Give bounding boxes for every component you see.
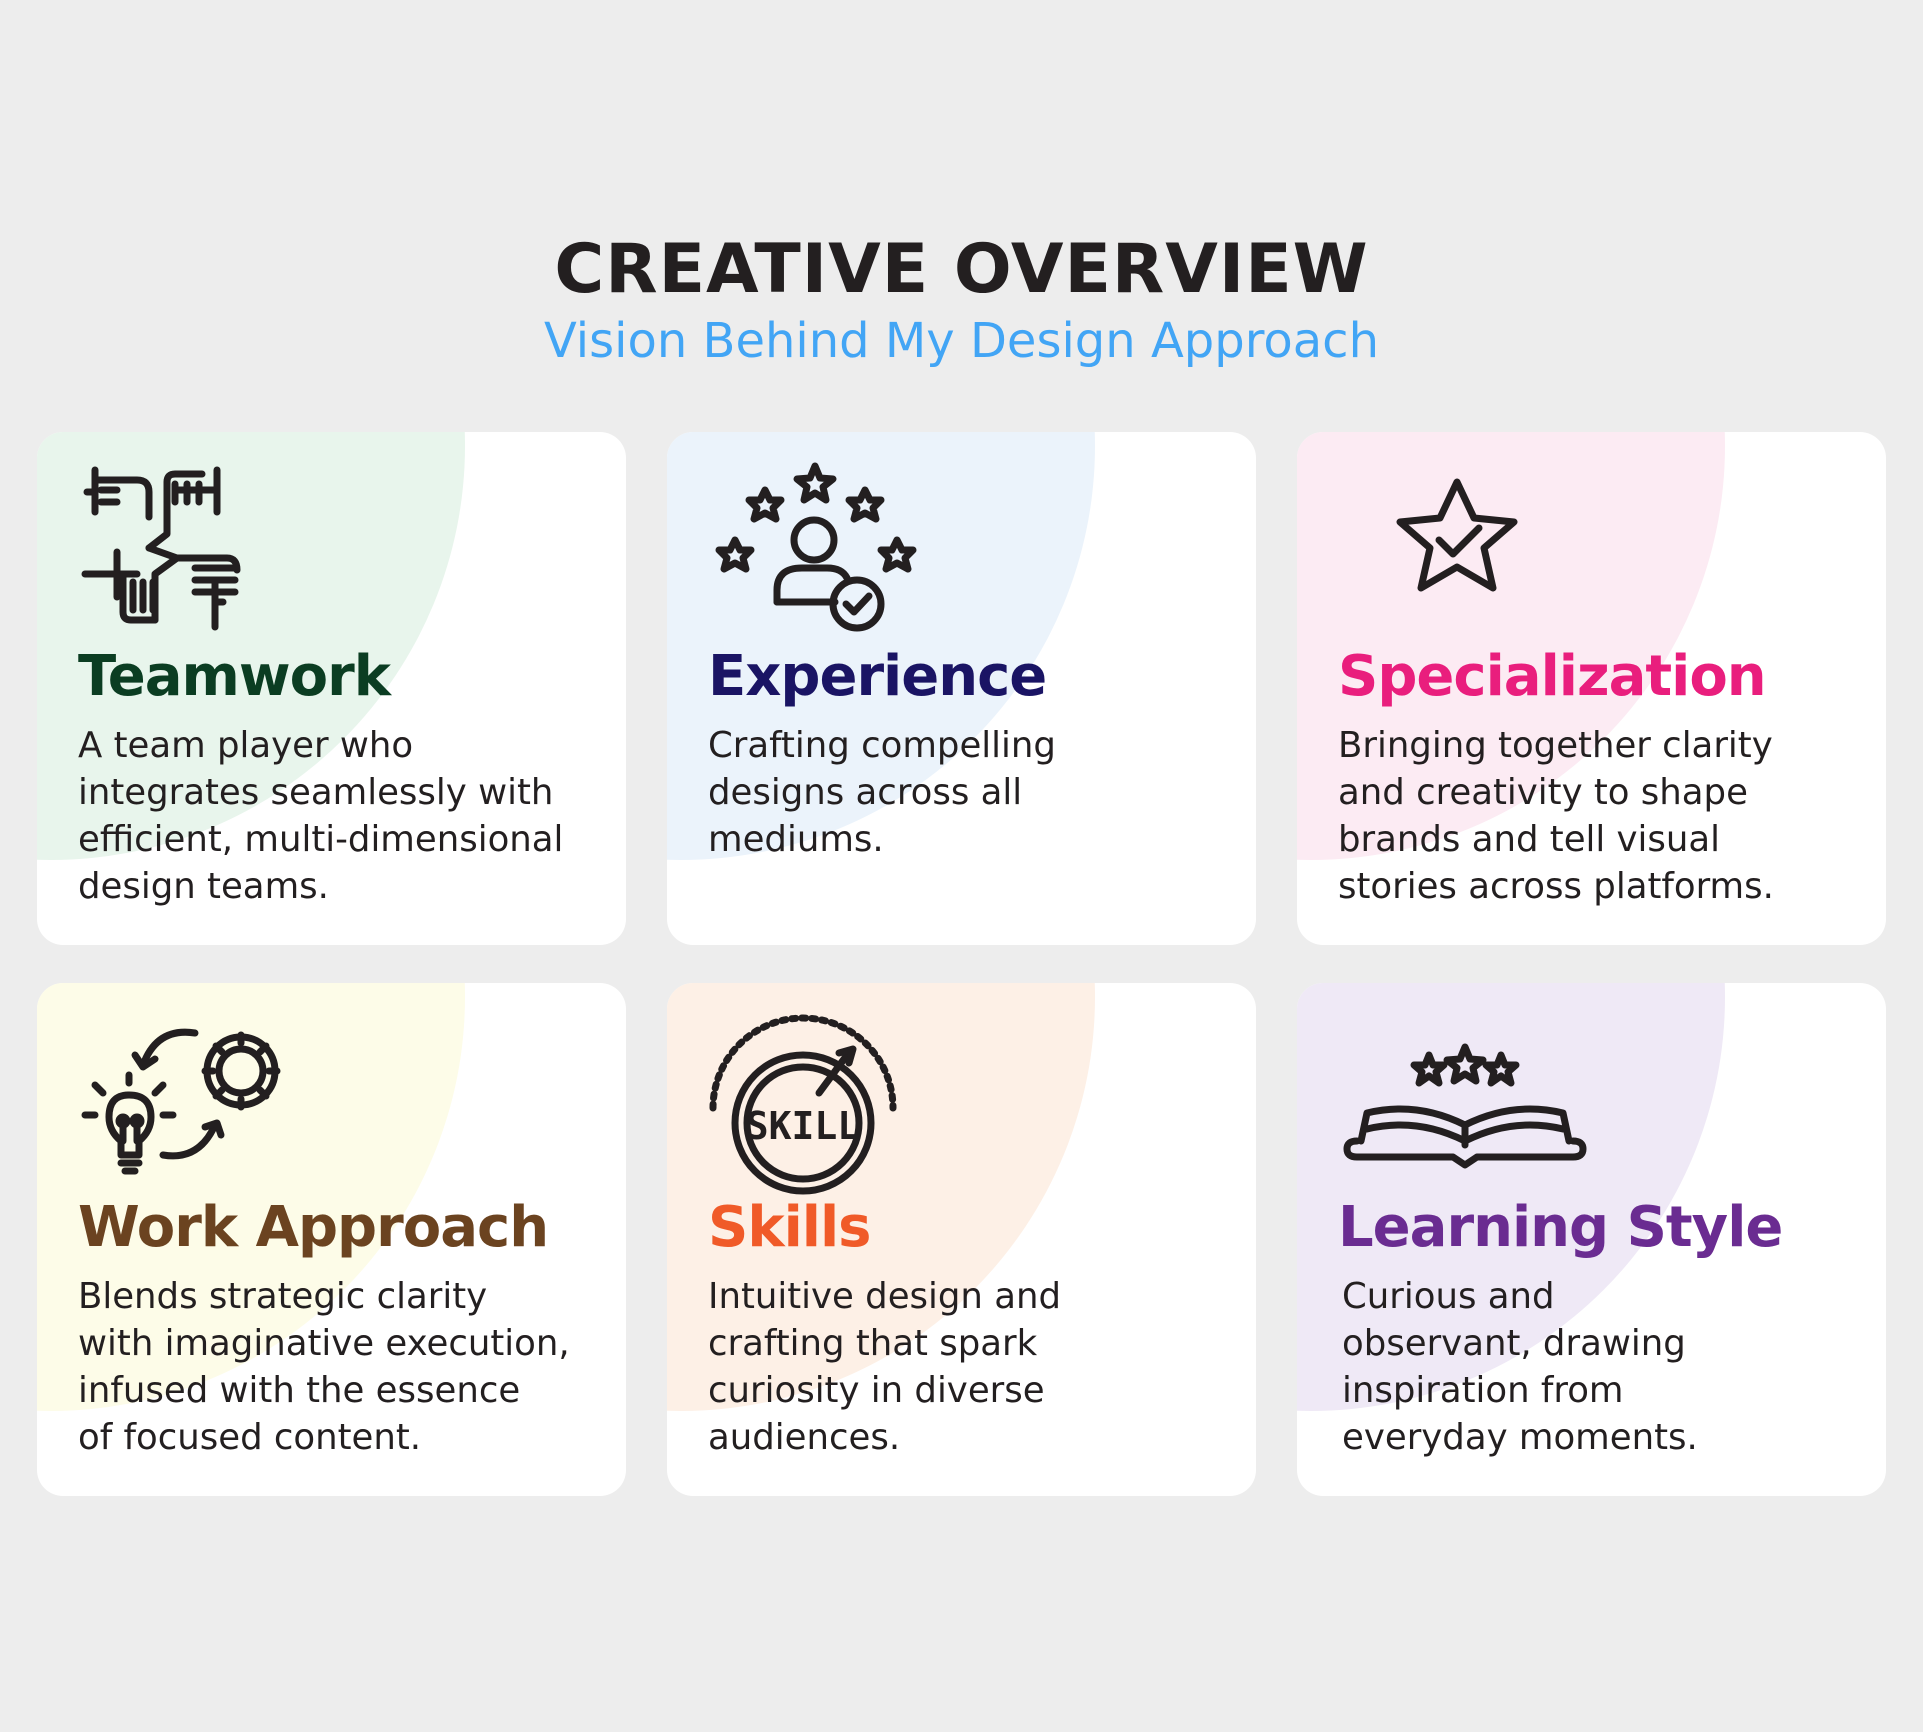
open-book-stars-icon: [1337, 1013, 1597, 1183]
card-title: Specialization: [1338, 644, 1767, 709]
card-title: Teamwork: [78, 644, 391, 709]
skill-gauge-icon: SKILL: [707, 1013, 917, 1195]
star-check-icon: [1377, 462, 1587, 632]
card-experience: Experience Crafting compelling designs a…: [667, 432, 1256, 945]
overview-grid: Teamwork A team player who integrates se…: [37, 432, 1887, 1496]
card-title: Learning Style: [1338, 1195, 1783, 1260]
card-learning-style: Learning Style Curious and observant, dr…: [1297, 983, 1886, 1496]
page-title: CREATIVE OVERVIEW: [554, 230, 1369, 309]
card-teamwork: Teamwork A team player who integrates se…: [37, 432, 626, 945]
page-header: CREATIVE OVERVIEW Vision Behind My Desig…: [0, 225, 1923, 371]
person-with-stars-check-icon: [707, 462, 917, 632]
card-skills: SKILL Skills Intuitive design and crafti…: [667, 983, 1256, 1496]
card-title: Work Approach: [78, 1195, 549, 1260]
card-title: Experience: [708, 644, 1047, 709]
card-work-approach: Work Approach Blends strategic clarity w…: [37, 983, 626, 1496]
card-description: Bringing together clarity and creativity…: [1338, 725, 1774, 907]
card-description: Blends strategic clarity with imaginativ…: [78, 1276, 570, 1458]
skill-icon-label: SKILL: [746, 1104, 860, 1148]
four-hands-teamwork-icon: [77, 462, 287, 632]
lightbulb-gear-cycle-icon: [77, 1013, 287, 1183]
card-title: Skills: [708, 1195, 871, 1260]
card-description: Curious and observant, drawing inspirati…: [1342, 1276, 1698, 1458]
card-description: Intuitive design and crafting that spark…: [708, 1276, 1062, 1458]
card-description: Crafting compelling designs across all m…: [708, 725, 1056, 860]
page-subtitle: Vision Behind My Design Approach: [544, 313, 1379, 369]
card-specialization: Specialization Bringing together clarity…: [1297, 432, 1886, 945]
card-description: A team player who integrates seamlessly …: [78, 725, 564, 907]
